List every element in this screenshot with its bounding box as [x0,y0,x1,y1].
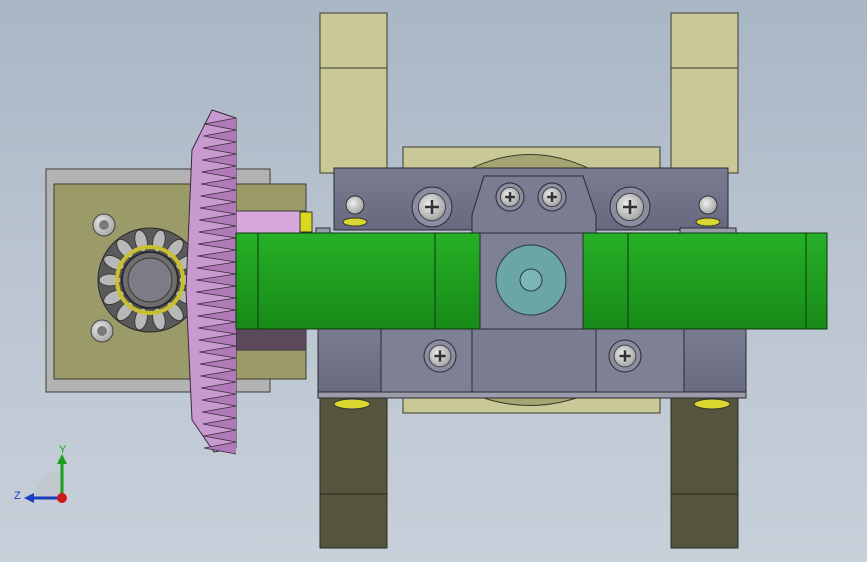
phillips-screw-icon [423,339,457,373]
y-axis-label: Y [59,444,67,456]
z-axis-label: Z [14,490,21,502]
left-green-block[interactable] [235,232,481,330]
lower-left-bracket[interactable] [319,394,388,549]
top-cross-plate[interactable] [402,146,661,170]
axis-triad: Y Z [14,444,67,503]
phillips-screw-icon [411,186,453,228]
bevel-gear[interactable] [185,109,237,455]
cad-viewport[interactable]: Y Z [0,0,867,562]
upper-left-bracket[interactable] [319,12,388,174]
phillips-screw-icon [608,339,642,373]
lower-right-bracket[interactable] [670,394,739,549]
upper-right-bracket[interactable] [670,12,739,174]
phillips-screw-icon [609,186,651,228]
output-hub[interactable] [479,232,584,330]
origin-marker [57,493,67,503]
phillips-screw-icon [495,182,525,212]
right-green-block[interactable] [582,232,828,330]
phillips-screw-icon [537,182,567,212]
